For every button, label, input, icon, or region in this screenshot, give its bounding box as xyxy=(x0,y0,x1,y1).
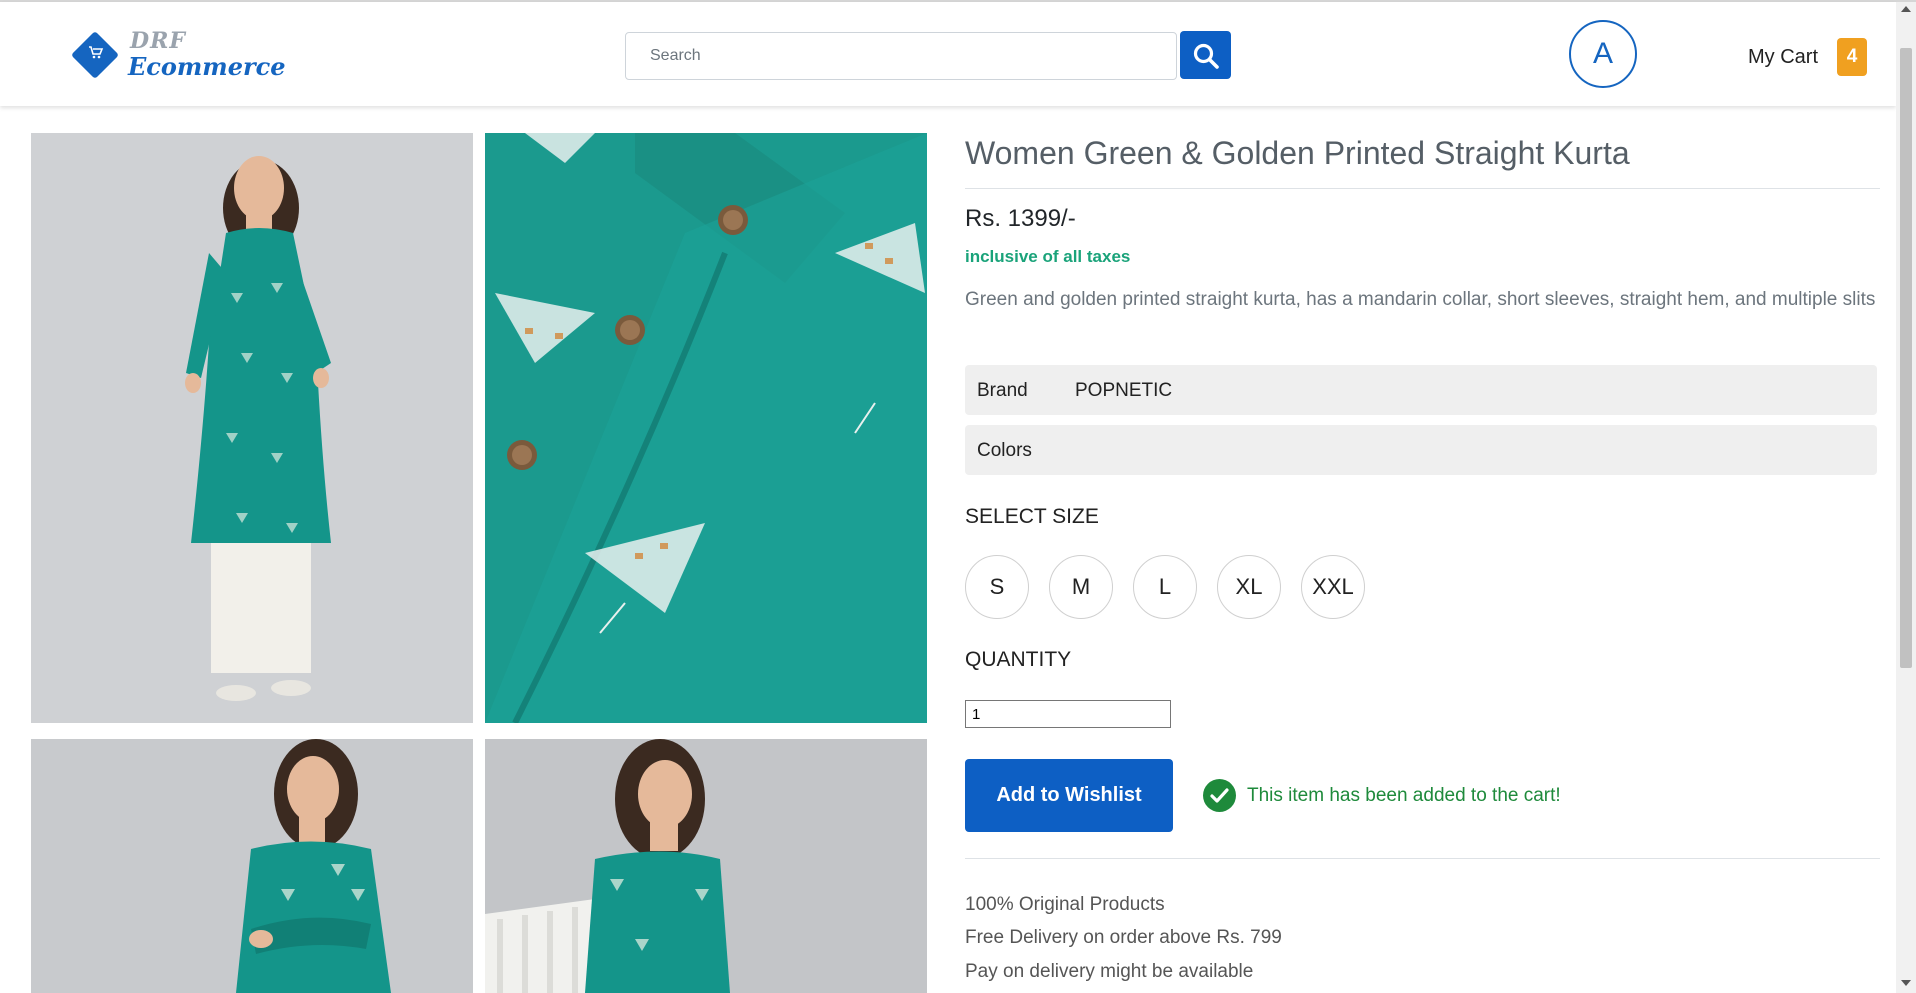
info-pay-on-delivery: Pay on delivery might be available xyxy=(965,961,1254,982)
page-scrollbar[interactable] xyxy=(1896,2,1916,993)
product-image-model-seated[interactable] xyxy=(485,739,927,993)
product-image-fabric-closeup[interactable] xyxy=(485,133,927,723)
divider xyxy=(965,858,1880,859)
logo-text-top: DRF xyxy=(130,28,186,54)
product-image-model-arms-crossed[interactable] xyxy=(31,739,473,993)
spec-row-brand: Brand POPNETIC xyxy=(965,365,1877,415)
spec-key: Brand xyxy=(977,380,1028,401)
info-free-delivery: Free Delivery on order above Rs. 799 xyxy=(965,927,1282,948)
size-option-xl[interactable]: XL xyxy=(1217,555,1281,619)
taxes-note: inclusive of all taxes xyxy=(965,247,1131,266)
spec-key: Colors xyxy=(977,440,1032,461)
site-header: DRF Ecommerce A My Cart 4 xyxy=(0,2,1896,106)
info-original-products: 100% Original Products xyxy=(965,894,1165,915)
divider xyxy=(965,188,1880,189)
select-size-heading: SELECT SIZE xyxy=(965,505,1099,528)
size-option-xxl[interactable]: XXL xyxy=(1301,555,1365,619)
product-description: Green and golden printed straight kurta,… xyxy=(965,289,1876,310)
user-avatar[interactable]: A xyxy=(1569,20,1637,88)
my-cart-link[interactable]: My Cart xyxy=(1748,46,1818,69)
quantity-input[interactable] xyxy=(965,700,1171,728)
search-input[interactable] xyxy=(625,32,1177,80)
scrollbar-thumb[interactable] xyxy=(1900,48,1912,668)
size-option-l[interactable]: L xyxy=(1133,555,1197,619)
size-option-m[interactable]: M xyxy=(1049,555,1113,619)
scroll-down-arrow-icon[interactable] xyxy=(1901,980,1911,986)
logo-text-bottom: Ecommerce xyxy=(128,52,286,81)
product-image-model-full[interactable] xyxy=(31,133,473,723)
add-to-wishlist-button[interactable]: Add to Wishlist xyxy=(965,759,1173,832)
site-logo[interactable]: DRF Ecommerce xyxy=(70,26,286,86)
quantity-heading: QUANTITY xyxy=(965,648,1072,671)
spec-value: POPNETIC xyxy=(1075,380,1173,401)
added-to-cart-message: This item has been added to the cart! xyxy=(1247,785,1561,806)
check-circle-icon xyxy=(1203,779,1236,812)
search-button[interactable] xyxy=(1180,31,1231,79)
cart-count-badge[interactable]: 4 xyxy=(1837,38,1867,76)
search-icon xyxy=(1193,43,1219,69)
spec-row-colors: Colors xyxy=(965,425,1877,475)
product-price: Rs. 1399/- xyxy=(965,205,1076,232)
product-title: Women Green & Golden Printed Straight Ku… xyxy=(965,135,1630,171)
size-option-s[interactable]: S xyxy=(965,555,1029,619)
scroll-up-arrow-icon[interactable] xyxy=(1901,6,1911,12)
logo-cart-icon xyxy=(85,44,107,66)
